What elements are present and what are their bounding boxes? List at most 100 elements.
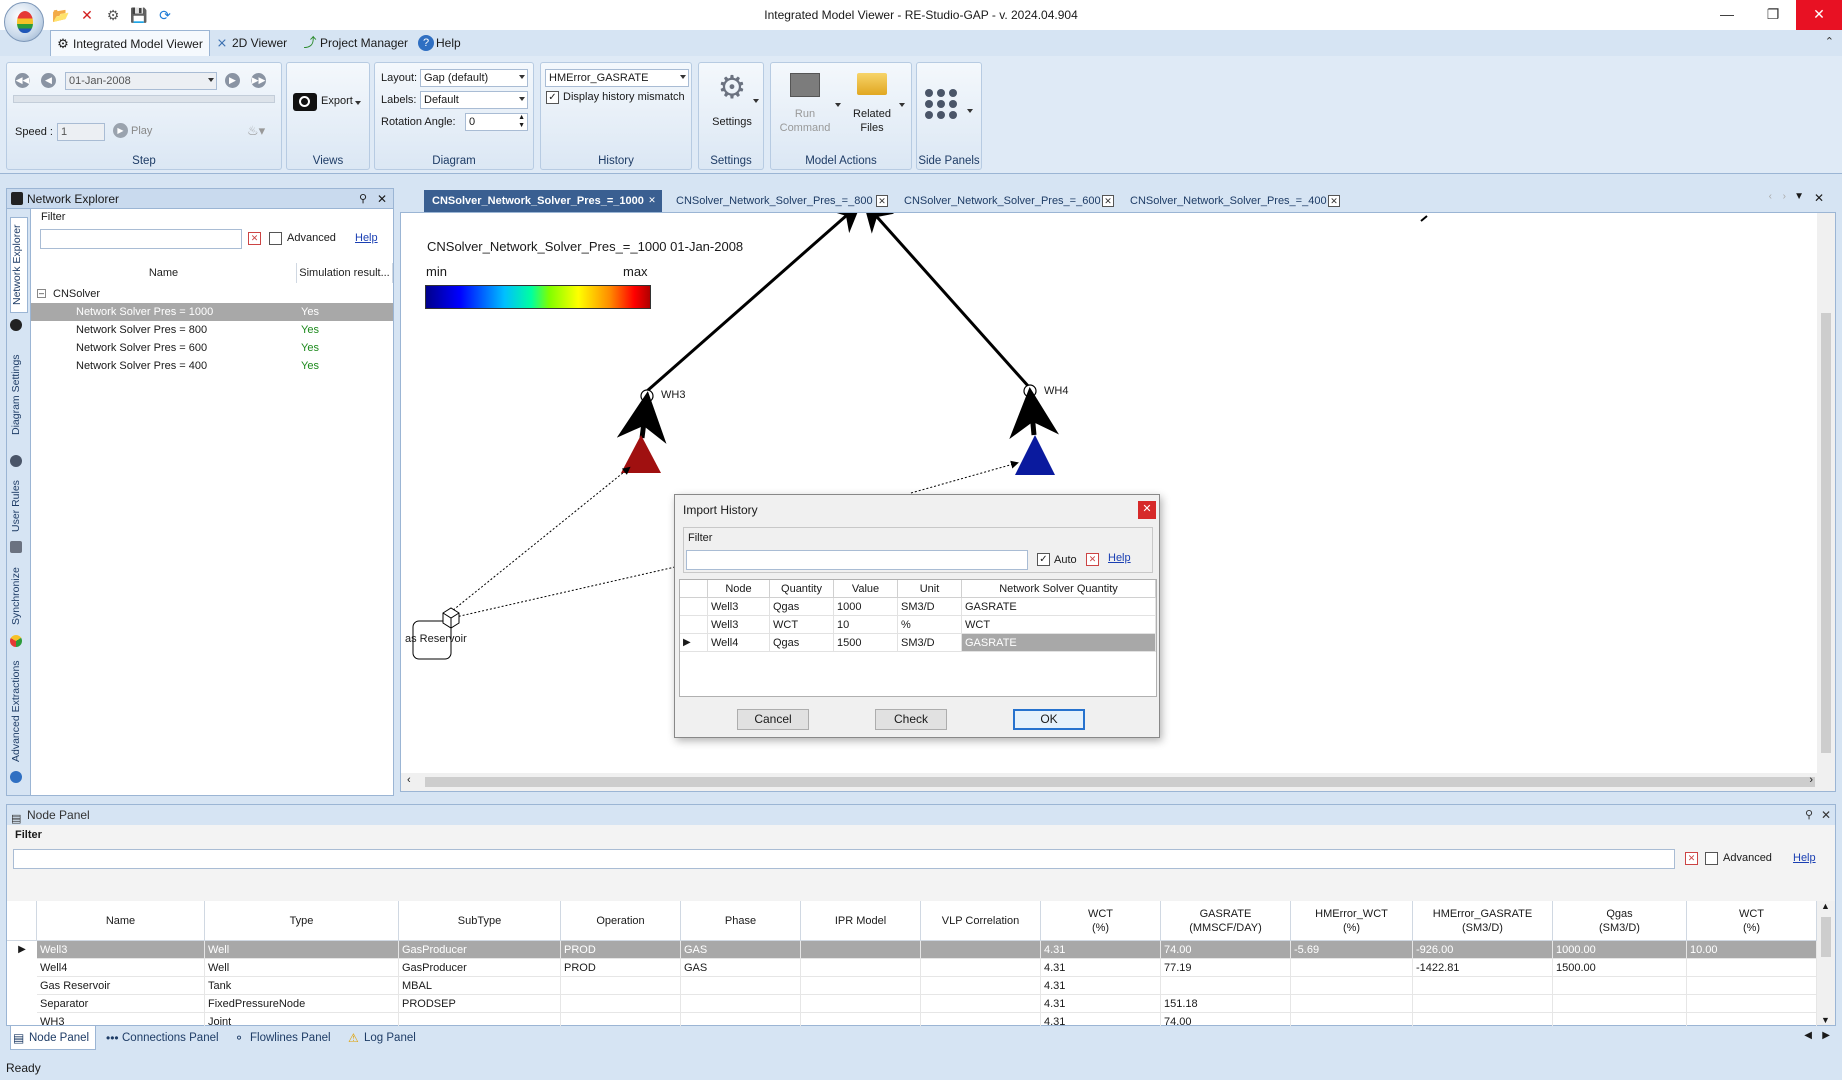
scroll-thumb[interactable] — [1821, 313, 1831, 753]
scroll-thumb[interactable] — [1821, 917, 1831, 957]
tree-item[interactable]: Network Solver Pres = 400 Yes — [31, 357, 393, 375]
nx-column-name[interactable]: Name — [31, 263, 297, 283]
np-column[interactable]: Operation — [561, 901, 681, 941]
table-cell[interactable] — [561, 977, 681, 995]
spinner-icon[interactable]: ▲ ▼ — [518, 114, 525, 130]
tab-list-icon[interactable]: ▼ — [1794, 191, 1804, 202]
minimize-button[interactable]: — — [1704, 0, 1750, 30]
next-step-icon[interactable]: ▶ — [225, 73, 240, 88]
grid-column-unit[interactable]: Unit — [898, 580, 962, 598]
diagram-tab[interactable]: CNSolver_Network_Solver_Pres_=_600 ✕ — [896, 190, 1118, 212]
ok-button[interactable]: OK — [1013, 709, 1085, 730]
cell-node[interactable]: Well3 — [708, 616, 770, 634]
table-cell[interactable] — [1553, 995, 1687, 1013]
table-cell[interactable]: Well — [205, 941, 399, 959]
table-cell[interactable]: PRODSEP — [399, 995, 561, 1013]
tree-item[interactable]: Network Solver Pres = 1000 Yes — [31, 303, 393, 321]
table-cell[interactable]: 4.31 — [1041, 995, 1161, 1013]
table-cell[interactable] — [1553, 977, 1687, 995]
side-tab-user-rules[interactable]: User Rules — [10, 475, 28, 537]
history-variable-select[interactable]: HMError_GASRATE — [545, 69, 689, 87]
scroll-left-icon[interactable]: ‹ — [407, 774, 411, 786]
cell-network-solver-quantity[interactable]: GASRATE — [962, 598, 1156, 616]
check-button[interactable]: Check — [875, 709, 947, 730]
table-cell[interactable] — [681, 995, 801, 1013]
cancel-button[interactable]: Cancel — [737, 709, 809, 730]
close-icon[interactable]: ✕ — [1102, 195, 1114, 207]
cell-network-solver-quantity[interactable]: GASRATE — [962, 634, 1156, 652]
table-cell[interactable]: PROD — [561, 941, 681, 959]
table-cell[interactable] — [801, 941, 921, 959]
cell-value[interactable]: 1500 — [834, 634, 898, 652]
well4-node[interactable] — [1015, 435, 1055, 475]
table-cell[interactable]: MBAL — [399, 977, 561, 995]
table-cell[interactable]: 151.18 — [1161, 995, 1291, 1013]
pin-icon[interactable]: ⚲ — [1805, 805, 1813, 825]
cell-node[interactable]: Well3 — [708, 598, 770, 616]
tree-item[interactable]: Network Solver Pres = 800 Yes — [31, 321, 393, 339]
diagram-tab[interactable]: CNSolver_Network_Solver_Pres_=_400 ✕ — [1122, 190, 1344, 212]
np-column[interactable]: SubType — [399, 901, 561, 941]
table-cell[interactable]: GasProducer — [399, 959, 561, 977]
table-cell[interactable]: Tank — [205, 977, 399, 995]
table-cell[interactable]: 10.00 — [1687, 941, 1817, 959]
cell-unit[interactable]: % — [898, 616, 962, 634]
tab-project-manager[interactable]: ⤴ Project Manager — [298, 30, 414, 56]
inflow-well4-b[interactable] — [910, 460, 1019, 494]
table-cell[interactable]: GAS — [681, 941, 801, 959]
tab-help[interactable]: ? Help — [414, 30, 467, 56]
tab-node-panel[interactable]: ▤ Node Panel — [10, 1026, 96, 1050]
tree-item[interactable]: Network Solver Pres = 600 Yes — [31, 339, 393, 357]
cell-quantity[interactable]: WCT — [770, 616, 834, 634]
table-cell[interactable]: 4.31 — [1041, 959, 1161, 977]
last-step-icon[interactable]: ▶▶ — [251, 73, 266, 88]
tree-root[interactable]: – CNSolver — [31, 285, 393, 303]
scroll-tabs-right-icon[interactable]: ▶ — [1822, 1030, 1830, 1041]
dialog-help-link[interactable]: Help — [1108, 552, 1131, 564]
np-column[interactable]: Type — [205, 901, 399, 941]
np-column[interactable]: WCT (%) — [1041, 901, 1161, 941]
node-panel-help-link[interactable]: Help — [1793, 852, 1816, 864]
np-column[interactable]: HMError_WCT (%) — [1291, 901, 1413, 941]
grid-column-node[interactable]: Node — [708, 580, 770, 598]
table-cell[interactable]: Gas Reservoir — [37, 977, 205, 995]
speed-input[interactable]: 1 — [57, 123, 105, 141]
layout-select[interactable]: Gap (default) — [420, 69, 528, 87]
table-cell[interactable]: 74.00 — [1161, 941, 1291, 959]
collapse-ribbon-icon[interactable]: ⌃ — [1825, 35, 1834, 48]
table-cell[interactable]: 1500.00 — [1553, 959, 1687, 977]
table-cell[interactable]: GAS — [681, 959, 801, 977]
close-icon[interactable]: ✕ — [1821, 805, 1831, 825]
np-column[interactable]: HMError_GASRATE (SM3/D) — [1413, 901, 1553, 941]
diagram-tab[interactable]: CNSolver_Network_Solver_Pres_=_800 ✕ — [668, 190, 892, 212]
table-cell[interactable] — [1291, 995, 1413, 1013]
display-history-mismatch-checkbox[interactable]: ✓ — [546, 91, 559, 104]
diagram-vertical-scrollbar[interactable] — [1817, 213, 1835, 775]
table-cell[interactable] — [1687, 995, 1817, 1013]
table-row[interactable]: Gas Reservoir Tank MBAL 4.31 — [37, 977, 1825, 995]
close-icon[interactable]: ✕ — [876, 195, 888, 207]
tab-flowlines-panel[interactable]: ⚬ Flowlines Panel — [232, 1026, 338, 1050]
np-column[interactable]: IPR Model — [801, 901, 921, 941]
table-cell[interactable]: 77.19 — [1161, 959, 1291, 977]
np-column[interactable]: Phase — [681, 901, 801, 941]
labels-select[interactable]: Default — [420, 91, 528, 109]
table-cell[interactable] — [1413, 977, 1553, 995]
step-date-select[interactable]: 01-Jan-2008 — [65, 72, 217, 90]
side-panels-grid-icon[interactable] — [923, 87, 963, 121]
table-cell[interactable] — [561, 995, 681, 1013]
run-command-button[interactable]: Run Command — [775, 69, 835, 135]
np-column[interactable]: WCT (%) — [1687, 901, 1817, 941]
cell-network-solver-quantity[interactable]: WCT — [962, 616, 1156, 634]
scroll-tabs-right-icon[interactable]: › — [1783, 191, 1786, 202]
clear-filter-icon[interactable]: ✕ — [1685, 852, 1698, 865]
close-icon[interactable]: ✕ — [1328, 195, 1340, 207]
cell-quantity[interactable]: Qgas — [770, 634, 834, 652]
table-cell[interactable] — [801, 995, 921, 1013]
side-tab-synchronize[interactable]: Synchronize — [10, 561, 28, 631]
table-cell[interactable]: 1000.00 — [1553, 941, 1687, 959]
dialog-close-button[interactable]: ✕ — [1138, 501, 1156, 519]
table-cell[interactable]: PROD — [561, 959, 681, 977]
cell-node[interactable]: Well4 — [708, 634, 770, 652]
diagram-tab[interactable]: CNSolver_Network_Solver_Pres_=_1000 ✕ — [424, 190, 662, 212]
